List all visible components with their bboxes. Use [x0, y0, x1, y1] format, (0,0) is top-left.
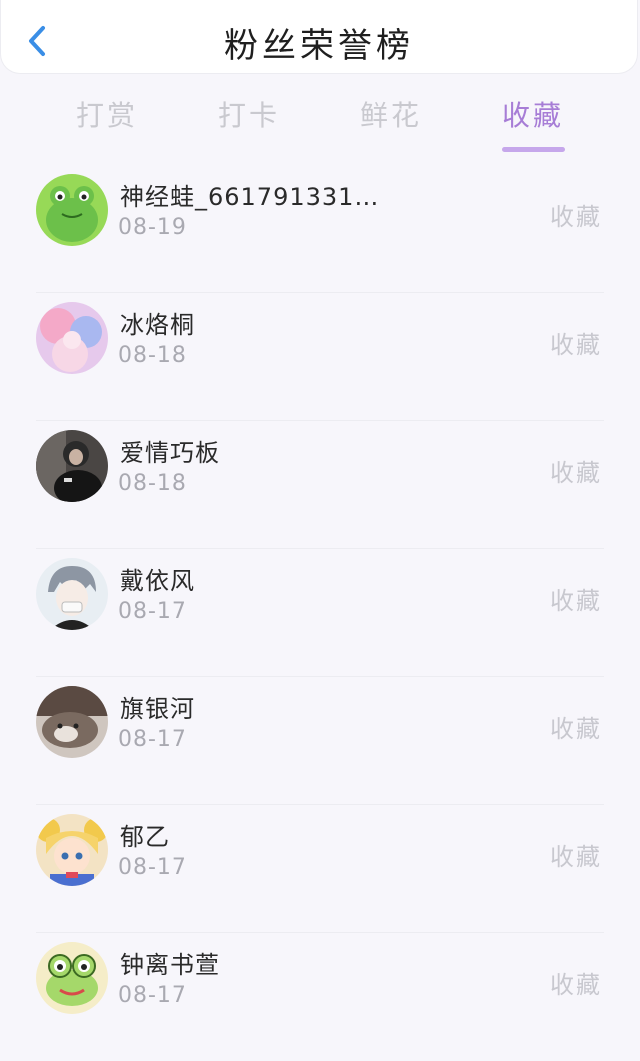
fan-date: 08-18: [118, 343, 187, 368]
avatar[interactable]: [36, 302, 108, 374]
tab-reward[interactable]: 打赏: [52, 94, 162, 134]
favorite-tag: 收藏: [550, 459, 602, 487]
fan-name: 爱情巧板: [120, 439, 220, 467]
list-item[interactable]: 郁乙 08-17 收藏: [0, 805, 640, 933]
favorite-tag: 收藏: [550, 203, 602, 231]
tab-checkin[interactable]: 打卡: [194, 94, 304, 134]
fan-date: 08-18: [118, 471, 187, 496]
avatar[interactable]: [36, 174, 108, 246]
page-title: 粉丝荣誉榜: [224, 26, 414, 66]
list-item[interactable]: 旗银河 08-17 收藏: [0, 677, 640, 805]
fan-name: 冰烙桐: [120, 311, 195, 339]
avatar[interactable]: [36, 686, 108, 758]
list-item[interactable]: 钟离书萱 08-17 收藏: [0, 933, 640, 1061]
avatar[interactable]: [36, 558, 108, 630]
fan-name: 旗银河: [120, 695, 195, 723]
list-item[interactable]: 爱情巧板 08-18 收藏: [0, 421, 640, 549]
list-item[interactable]: 神经蛙_661791331… 08-19 收藏: [0, 165, 640, 293]
tab-flowers[interactable]: 鲜花: [336, 94, 446, 134]
favorite-tag: 收藏: [550, 331, 602, 359]
avatar[interactable]: [36, 814, 108, 886]
list-item[interactable]: 冰烙桐 08-18 收藏: [0, 293, 640, 421]
tab-bar: 打赏 打卡 鲜花 收藏: [0, 88, 640, 152]
fan-name: 戴依风: [120, 567, 195, 595]
fan-name: 神经蛙_661791331…: [120, 183, 380, 211]
avatar[interactable]: [36, 942, 108, 1014]
favorite-tag: 收藏: [550, 715, 602, 743]
fan-date: 08-19: [118, 215, 187, 240]
tab-favorites[interactable]: 收藏: [478, 94, 588, 134]
top-bar: 粉丝荣誉榜: [0, 0, 638, 74]
avatar[interactable]: [36, 430, 108, 502]
fan-date: 08-17: [118, 599, 187, 624]
fan-name: 钟离书萱: [120, 951, 220, 979]
favorite-tag: 收藏: [550, 971, 602, 999]
list-item[interactable]: 戴依风 08-17 收藏: [0, 549, 640, 677]
fan-date: 08-17: [118, 855, 187, 880]
favorite-tag: 收藏: [550, 843, 602, 871]
fan-name: 郁乙: [120, 823, 170, 851]
favorite-tag: 收藏: [550, 587, 602, 615]
fan-date: 08-17: [118, 727, 187, 752]
fan-date: 08-17: [118, 983, 187, 1008]
active-tab-indicator: [502, 147, 565, 152]
